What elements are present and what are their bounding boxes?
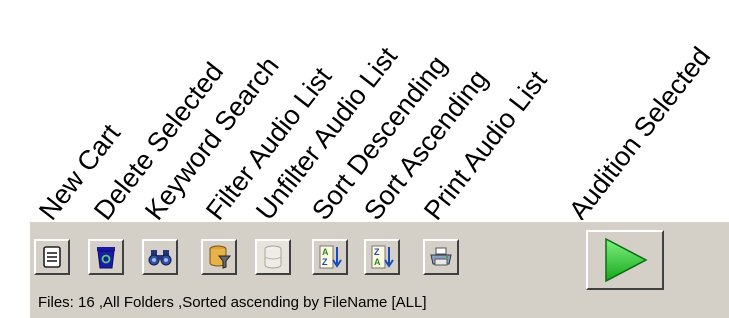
print-audio-list-button[interactable] <box>423 239 459 275</box>
sort-descending-button[interactable]: A Z <box>312 239 348 275</box>
delete-selected-button[interactable] <box>88 239 124 275</box>
binoculars-icon <box>148 250 172 266</box>
new-cart-icon <box>43 246 61 268</box>
unfilter-audio-list-button[interactable] <box>255 239 291 275</box>
sort-az-icon: A Z <box>319 245 342 269</box>
audio-list-toolbar: A Z Z A Files: 16 ,All Folders ,Sorted a… <box>28 220 729 318</box>
svg-text:A: A <box>322 247 329 257</box>
printer-icon <box>430 247 452 266</box>
sort-za-icon: Z A <box>371 245 394 269</box>
audition-selected-button[interactable] <box>586 230 664 290</box>
filter-audio-list-button[interactable] <box>201 239 237 275</box>
recycle-bin-icon <box>97 247 115 269</box>
sort-ascending-button[interactable]: Z A <box>364 239 400 275</box>
svg-text:Z: Z <box>322 257 328 267</box>
status-bar-text: Files: 16 ,All Folders ,Sorted ascending… <box>38 294 427 311</box>
svg-text:Z: Z <box>374 247 380 257</box>
callout-audition-selected: Audition Selected <box>563 41 717 226</box>
database-icon <box>264 245 282 269</box>
keyword-search-button[interactable] <box>142 239 178 275</box>
new-cart-button[interactable] <box>34 239 70 275</box>
filter-database-icon <box>209 245 231 269</box>
play-icon <box>605 237 648 283</box>
svg-text:A: A <box>374 257 381 267</box>
